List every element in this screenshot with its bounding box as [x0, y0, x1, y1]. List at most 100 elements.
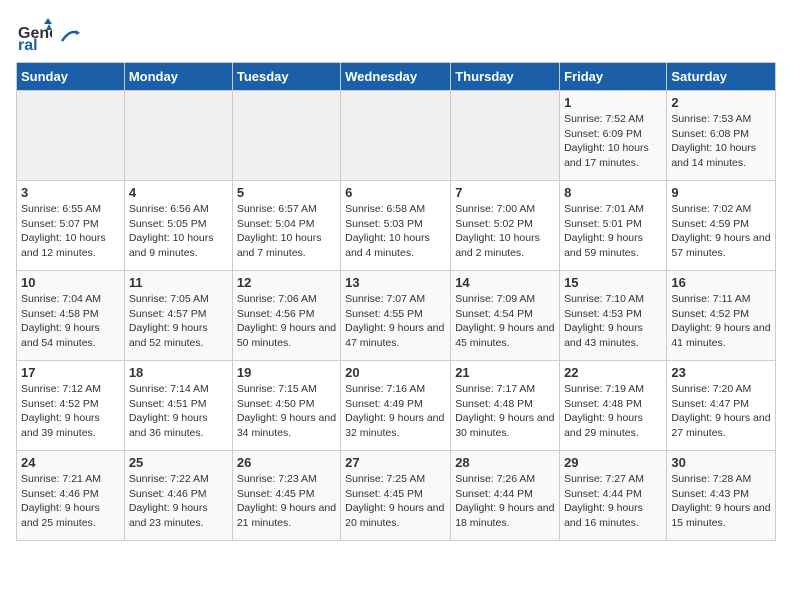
- header-thursday: Thursday: [451, 63, 560, 91]
- day-info: Sunrise: 7:53 AM Sunset: 6:08 PM Dayligh…: [671, 112, 771, 171]
- calendar-week-4: 24 Sunrise: 7:21 AM Sunset: 4:46 PM Dayli…: [17, 451, 776, 541]
- calendar-cell: 23 Sunrise: 7:20 AM Sunset: 4:47 PM Dayli…: [667, 361, 776, 451]
- day-number: 4: [129, 185, 228, 200]
- day-number: 22: [564, 365, 662, 380]
- calendar-cell: 26Sunrise: 7:23 AM Sunset: 4:45 PM Dayli…: [232, 451, 340, 541]
- calendar-cell: [124, 91, 232, 181]
- calendar-cell: 8 Sunrise: 7:01 AM Sunset: 5:01 PM Daylig…: [560, 181, 667, 271]
- day-info: Sunrise: 7:00 AM Sunset: 5:02 PM Dayligh…: [455, 202, 555, 261]
- logo-icon: Gene ral: [16, 16, 52, 52]
- day-number: 10: [21, 275, 120, 290]
- calendar-cell: 27Sunrise: 7:25 AM Sunset: 4:45 PM Dayli…: [341, 451, 451, 541]
- calendar-cell: [451, 91, 560, 181]
- day-number: 2: [671, 95, 771, 110]
- day-number: 27: [345, 455, 446, 470]
- day-info: Sunrise: 7:11 AM Sunset: 4:52 PM Dayligh…: [671, 292, 771, 351]
- calendar-week-3: 17Sunrise: 7:12 AM Sunset: 4:52 PM Dayli…: [17, 361, 776, 451]
- calendar-week-2: 10 Sunrise: 7:04 AM Sunset: 4:58 PM Dayli…: [17, 271, 776, 361]
- calendar-cell: 1Sunrise: 7:52 AM Sunset: 6:09 PM Daylig…: [560, 91, 667, 181]
- day-number: 5: [237, 185, 336, 200]
- day-info: Sunrise: 6:56 AM Sunset: 5:05 PM Dayligh…: [129, 202, 228, 261]
- day-info: Sunrise: 7:19 AM Sunset: 4:48 PM Dayligh…: [564, 382, 662, 441]
- calendar-week-1: 3 Sunrise: 6:55 AM Sunset: 5:07 PM Daylig…: [17, 181, 776, 271]
- calendar-cell: 29 Sunrise: 7:27 AM Sunset: 4:44 PM Dayli…: [560, 451, 667, 541]
- day-info: Sunrise: 7:20 AM Sunset: 4:47 PM Dayligh…: [671, 382, 771, 441]
- day-info: Sunrise: 7:07 AM Sunset: 4:55 PM Dayligh…: [345, 292, 446, 351]
- day-number: 7: [455, 185, 555, 200]
- calendar-table: SundayMondayTuesdayWednesdayThursdayFrid…: [16, 62, 776, 541]
- calendar-cell: 12 Sunrise: 7:06 AM Sunset: 4:56 PM Dayli…: [232, 271, 340, 361]
- day-info: Sunrise: 7:10 AM Sunset: 4:53 PM Dayligh…: [564, 292, 662, 351]
- day-number: 13: [345, 275, 446, 290]
- day-info: Sunrise: 7:15 AM Sunset: 4:50 PM Dayligh…: [237, 382, 336, 441]
- day-info: Sunrise: 7:04 AM Sunset: 4:58 PM Dayligh…: [21, 292, 120, 351]
- day-number: 16: [671, 275, 771, 290]
- calendar-cell: 17Sunrise: 7:12 AM Sunset: 4:52 PM Dayli…: [17, 361, 125, 451]
- calendar-cell: 24 Sunrise: 7:21 AM Sunset: 4:46 PM Dayli…: [17, 451, 125, 541]
- calendar-cell: [232, 91, 340, 181]
- day-info: Sunrise: 6:58 AM Sunset: 5:03 PM Dayligh…: [345, 202, 446, 261]
- day-info: Sunrise: 7:17 AM Sunset: 4:48 PM Dayligh…: [455, 382, 555, 441]
- calendar-cell: 21Sunrise: 7:17 AM Sunset: 4:48 PM Dayli…: [451, 361, 560, 451]
- logo: Gene ral: [16, 16, 80, 52]
- day-info: Sunrise: 7:22 AM Sunset: 4:46 PM Dayligh…: [129, 472, 228, 531]
- calendar-cell: 25 Sunrise: 7:22 AM Sunset: 4:46 PM Dayli…: [124, 451, 232, 541]
- header-friday: Friday: [560, 63, 667, 91]
- calendar-cell: 14Sunrise: 7:09 AM Sunset: 4:54 PM Dayli…: [451, 271, 560, 361]
- day-number: 12: [237, 275, 336, 290]
- calendar-cell: 22 Sunrise: 7:19 AM Sunset: 4:48 PM Dayli…: [560, 361, 667, 451]
- day-info: Sunrise: 7:09 AM Sunset: 4:54 PM Dayligh…: [455, 292, 555, 351]
- day-number: 6: [345, 185, 446, 200]
- calendar-cell: 20 Sunrise: 7:16 AM Sunset: 4:49 PM Dayli…: [341, 361, 451, 451]
- calendar-cell: 28 Sunrise: 7:26 AM Sunset: 4:44 PM Dayli…: [451, 451, 560, 541]
- calendar-header-row: SundayMondayTuesdayWednesdayThursdayFrid…: [17, 63, 776, 91]
- day-info: Sunrise: 7:21 AM Sunset: 4:46 PM Dayligh…: [21, 472, 120, 531]
- day-number: 29: [564, 455, 662, 470]
- day-number: 25: [129, 455, 228, 470]
- header-saturday: Saturday: [667, 63, 776, 91]
- day-number: 3: [21, 185, 120, 200]
- header-monday: Monday: [124, 63, 232, 91]
- calendar-cell: 16 Sunrise: 7:11 AM Sunset: 4:52 PM Dayli…: [667, 271, 776, 361]
- day-info: Sunrise: 7:05 AM Sunset: 4:57 PM Dayligh…: [129, 292, 228, 351]
- header: Gene ral: [16, 16, 776, 52]
- logo-swoosh: [60, 27, 80, 45]
- day-number: 15: [564, 275, 662, 290]
- header-wednesday: Wednesday: [341, 63, 451, 91]
- day-number: 23: [671, 365, 771, 380]
- calendar-cell: 10 Sunrise: 7:04 AM Sunset: 4:58 PM Dayli…: [17, 271, 125, 361]
- day-info: Sunrise: 7:06 AM Sunset: 4:56 PM Dayligh…: [237, 292, 336, 351]
- day-info: Sunrise: 7:27 AM Sunset: 4:44 PM Dayligh…: [564, 472, 662, 531]
- day-number: 28: [455, 455, 555, 470]
- day-number: 8: [564, 185, 662, 200]
- calendar-cell: 2 Sunrise: 7:53 AM Sunset: 6:08 PM Daylig…: [667, 91, 776, 181]
- calendar-cell: 9Sunrise: 7:02 AM Sunset: 4:59 PM Daylig…: [667, 181, 776, 271]
- calendar-cell: 11 Sunrise: 7:05 AM Sunset: 4:57 PM Dayli…: [124, 271, 232, 361]
- calendar-cell: [17, 91, 125, 181]
- day-info: Sunrise: 7:02 AM Sunset: 4:59 PM Dayligh…: [671, 202, 771, 261]
- calendar-cell: 18 Sunrise: 7:14 AM Sunset: 4:51 PM Dayli…: [124, 361, 232, 451]
- day-info: Sunrise: 7:01 AM Sunset: 5:01 PM Dayligh…: [564, 202, 662, 261]
- day-info: Sunrise: 6:55 AM Sunset: 5:07 PM Dayligh…: [21, 202, 120, 261]
- calendar-cell: 5Sunrise: 6:57 AM Sunset: 5:04 PM Daylig…: [232, 181, 340, 271]
- calendar-cell: 7 Sunrise: 7:00 AM Sunset: 5:02 PM Daylig…: [451, 181, 560, 271]
- day-number: 20: [345, 365, 446, 380]
- day-info: Sunrise: 7:28 AM Sunset: 4:43 PM Dayligh…: [671, 472, 771, 531]
- calendar-cell: 19 Sunrise: 7:15 AM Sunset: 4:50 PM Dayli…: [232, 361, 340, 451]
- calendar-cell: 3 Sunrise: 6:55 AM Sunset: 5:07 PM Daylig…: [17, 181, 125, 271]
- day-info: Sunrise: 7:52 AM Sunset: 6:09 PM Dayligh…: [564, 112, 662, 171]
- calendar-cell: 4 Sunrise: 6:56 AM Sunset: 5:05 PM Daylig…: [124, 181, 232, 271]
- header-sunday: Sunday: [17, 63, 125, 91]
- day-info: Sunrise: 7:23 AM Sunset: 4:45 PM Dayligh…: [237, 472, 336, 531]
- day-number: 17: [21, 365, 120, 380]
- day-info: Sunrise: 7:26 AM Sunset: 4:44 PM Dayligh…: [455, 472, 555, 531]
- calendar-cell: [341, 91, 451, 181]
- calendar-cell: 6 Sunrise: 6:58 AM Sunset: 5:03 PM Daylig…: [341, 181, 451, 271]
- day-number: 11: [129, 275, 228, 290]
- calendar-cell: 13 Sunrise: 7:07 AM Sunset: 4:55 PM Dayli…: [341, 271, 451, 361]
- day-number: 24: [21, 455, 120, 470]
- day-info: Sunrise: 7:16 AM Sunset: 4:49 PM Dayligh…: [345, 382, 446, 441]
- day-number: 19: [237, 365, 336, 380]
- day-number: 18: [129, 365, 228, 380]
- day-info: Sunrise: 7:14 AM Sunset: 4:51 PM Dayligh…: [129, 382, 228, 441]
